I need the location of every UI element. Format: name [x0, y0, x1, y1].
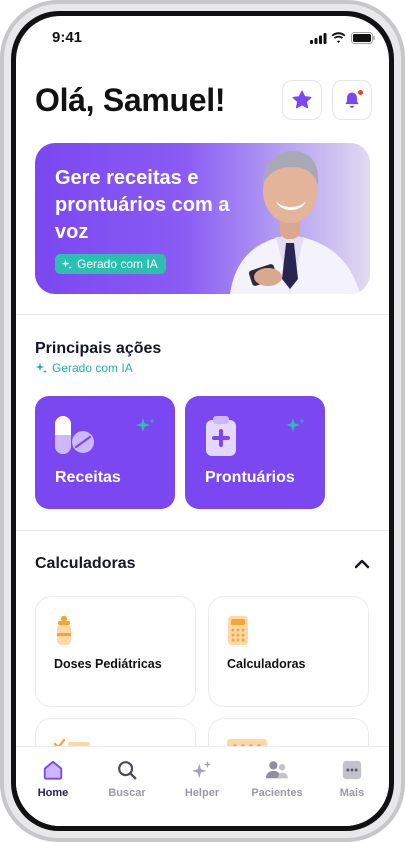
tab-label: Pacientes [251, 787, 303, 799]
card-label: Prontuários [205, 469, 295, 486]
wifi-icon [331, 32, 346, 43]
sparkles-icon [136, 418, 155, 432]
sparkles-icon [191, 760, 212, 779]
clipboard-plus-icon [206, 416, 236, 456]
pediatric-doses-tile[interactable]: Doses Pediátricas [35, 596, 196, 707]
medical-records-card[interactable]: Prontuários [185, 396, 325, 509]
section-divider [16, 314, 389, 315]
chevron-up-icon[interactable] [352, 554, 372, 574]
main-actions-title: Principais ações [35, 340, 162, 357]
voice-feature-banner[interactable]: Gere receitas e prontuários com a voz Ge… [35, 143, 370, 294]
greeting-title: Olá, Samuel! [35, 82, 226, 118]
favorites-button[interactable] [282, 80, 322, 120]
home-icon [43, 760, 63, 780]
tab-label: Home [37, 787, 69, 799]
tab-label: Mais [339, 787, 365, 799]
tab-patients[interactable]: Pacientes [240, 759, 314, 799]
star-icon [292, 90, 312, 109]
baby-bottle-icon [57, 616, 71, 645]
card-label: Receitas [55, 469, 121, 486]
tab-label: Helper [184, 787, 220, 799]
tab-home[interactable]: Home [16, 759, 90, 799]
tab-more[interactable]: Mais [315, 759, 389, 799]
status-bar: 9:41 [16, 16, 389, 60]
ai-badge-label: Gerado com IA [77, 257, 158, 271]
app-screen: 9:41 Olá, Samuel! Gere receitas e prontu… [16, 16, 389, 826]
notifications-button[interactable] [332, 80, 372, 120]
calculators-title: Calculadoras [35, 555, 136, 572]
section-divider [16, 530, 389, 531]
search-icon [118, 761, 137, 780]
sparkles-icon [286, 418, 305, 432]
bottom-tab-bar: Home Buscar Helper Pacientes Mais [16, 746, 389, 826]
status-time: 9:41 [52, 29, 83, 46]
tile-label: Calculadoras [227, 657, 306, 671]
more-icon [342, 760, 362, 780]
tab-helper[interactable]: Helper [165, 759, 239, 799]
notification-badge [357, 89, 364, 96]
main-actions-ai-label: Gerado com IA [35, 361, 133, 375]
calculators-tile[interactable]: Calculadoras [208, 596, 369, 707]
banner-title: Gere receitas e prontuários com a voz [55, 167, 230, 243]
ai-subtitle-text: Gerado com IA [52, 361, 133, 375]
prescriptions-card[interactable]: Receitas [35, 396, 175, 509]
tile-label: Doses Pediátricas [54, 657, 162, 671]
users-icon [266, 761, 288, 779]
pills-icon [55, 416, 94, 454]
battery-icon [351, 32, 375, 44]
tab-label: Buscar [108, 787, 146, 799]
cellular-signal-icon [310, 33, 327, 44]
ai-generated-badge: Gerado com IA [55, 254, 166, 274]
sparkles-icon [61, 258, 72, 270]
tab-search[interactable]: Buscar [90, 759, 164, 799]
sparkles-icon [35, 362, 47, 374]
calculator-icon [228, 616, 248, 645]
